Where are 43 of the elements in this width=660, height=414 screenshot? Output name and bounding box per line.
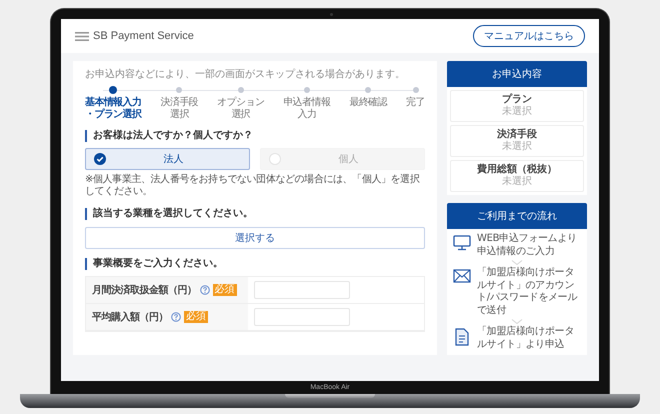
monitor-icon [453, 235, 471, 251]
input-field[interactable] [254, 280, 350, 298]
document-icon [453, 328, 471, 346]
summary-label: 決済手段 [497, 129, 537, 140]
step-label: 完了 [406, 96, 425, 108]
help-icon[interactable] [171, 312, 181, 322]
radio-option[interactable]: 法人 [85, 148, 250, 170]
step-label: 申込者情報 入力 [283, 96, 330, 120]
section-heading: お客様は法人ですか？個人ですか？ [85, 130, 425, 142]
panel-title: お申込内容 [447, 61, 587, 87]
step-label: 基本情報入力 ・プラン選択 [85, 96, 142, 120]
section-heading: 事業概要をご入力ください。 [85, 258, 425, 270]
step-label: オプション 選択 [217, 96, 264, 120]
required-badge: 必須 [184, 310, 208, 322]
step-label: 決済手段 選択 [160, 96, 198, 120]
help-icon[interactable] [200, 284, 210, 294]
field-label: 月間決済取扱金額（円） [92, 283, 196, 296]
field-label: 平均購入額（円） [92, 310, 168, 324]
select-button[interactable]: 選択する [85, 226, 425, 248]
chevron-down-icon [511, 260, 523, 265]
camera-icon [330, 13, 333, 16]
manual-button[interactable]: マニュアルはこちら [473, 25, 585, 47]
panel-title: ご利用までの流れ [447, 203, 587, 229]
logo-icon [75, 32, 89, 40]
notice-text: お申込内容などにより、一部の画面がスキップされる場合があります。 [85, 69, 406, 82]
check-circle-icon [94, 152, 106, 164]
summary-value: 未選択 [502, 141, 532, 153]
flow-step-text: WEB申込フォームより申込情報のご入力 [477, 233, 578, 258]
flow-step-text: 「加盟店様向けポータルサイト」より申込 [477, 326, 576, 351]
summary-label: プラン [502, 94, 532, 106]
flow-step-text: 「加盟店様向けポータルサイト」のアカウント/パスワードをメールで送付 [477, 267, 578, 317]
note-text: ※個人事業主、法人番号をお持ちでない団体などの場合には、「個人」を選択してください。 [85, 174, 420, 198]
input-field[interactable] [254, 308, 350, 326]
summary-value: 未選択 [502, 176, 532, 188]
radio-circle-icon [269, 152, 281, 164]
logo-text: SB Payment Service [93, 30, 194, 42]
summary-label: 費用総額（税抜） [477, 164, 557, 176]
envelope-icon [453, 269, 471, 283]
chevron-down-icon [511, 319, 523, 324]
summary-value: 未選択 [502, 106, 532, 118]
step-label: 最終確認 [349, 96, 388, 108]
required-badge: 必須 [212, 284, 236, 296]
section-heading: 該当する業種を選択してください。 [85, 208, 425, 220]
